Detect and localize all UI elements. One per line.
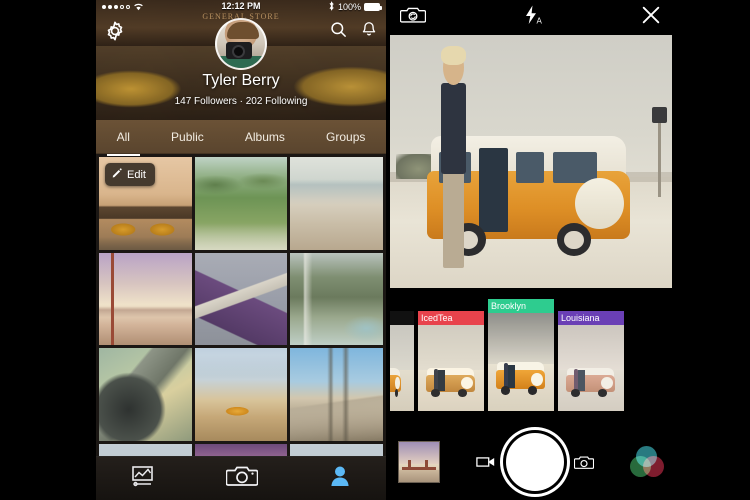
color-filters-icon[interactable] <box>630 446 664 478</box>
grid-photo-vw-bus-desert[interactable] <box>194 348 288 442</box>
grid-photo-railroad-tracks[interactable] <box>290 348 383 442</box>
bell-icon[interactable] <box>360 20 378 44</box>
grid-photo-green-coastal-hills[interactable] <box>194 157 288 250</box>
tab-all[interactable]: All <box>106 124 141 156</box>
camera-icon <box>225 464 259 493</box>
last-photo-thumbnail[interactable] <box>398 441 440 483</box>
photo-camera-icon[interactable] <box>574 455 594 470</box>
status-bar: 12:12 PM 100% <box>96 0 386 14</box>
close-icon[interactable] <box>640 4 662 31</box>
shutter-button[interactable] <box>506 433 564 491</box>
profile-tabs: All Public Albums Groups <box>96 120 386 156</box>
filter-label-brooklyn: Brooklyn <box>488 299 554 313</box>
photo-grid: Edit <box>96 154 386 500</box>
screenshot-stage: GENERAL STORE 12:12 PM 100% Tyler Berry … <box>0 0 750 500</box>
flash-auto-icon[interactable]: A <box>520 4 546 31</box>
avatar[interactable] <box>215 18 267 70</box>
right-letterbox <box>676 0 750 500</box>
camera-screen: A IcedTea Brooklyn Louisiana <box>386 0 676 500</box>
bluetooth-icon <box>328 1 335 13</box>
gear-icon[interactable] <box>104 20 126 47</box>
profile-stats: 147 Followers · 202 Following <box>174 96 308 107</box>
search-icon[interactable] <box>329 20 348 44</box>
filter-item-partial[interactable] <box>390 311 414 411</box>
pencil-icon <box>111 167 123 182</box>
cover-photo[interactable]: GENERAL STORE 12:12 PM 100% Tyler Berry … <box>96 0 386 120</box>
bottom-tab-bar <box>96 456 386 500</box>
left-letterbox <box>0 0 96 500</box>
flip-camera-icon[interactable] <box>399 5 427 30</box>
profile-icon <box>329 465 351 493</box>
battery-icon <box>364 3 382 11</box>
wifi-icon <box>133 2 144 13</box>
feed-icon <box>131 465 155 492</box>
camera-bottom-bar <box>386 424 676 500</box>
filter-item-louisiana[interactable]: Louisiana <box>558 311 624 411</box>
tab-camera[interactable] <box>225 464 259 493</box>
filter-label-louisiana: Louisiana <box>558 311 624 325</box>
video-camera-icon[interactable] <box>476 455 496 469</box>
grid-photo-bixby-bridge-coast[interactable] <box>290 252 383 346</box>
svg-text:A: A <box>537 17 543 26</box>
edit-button[interactable]: Edit <box>105 163 155 186</box>
tab-albums[interactable]: Albums <box>241 124 289 150</box>
battery-percent: 100% <box>337 2 361 12</box>
grid-photo-golden-gate-bridge[interactable] <box>99 252 192 346</box>
tab-groups[interactable]: Groups <box>322 124 369 150</box>
tab-profile[interactable] <box>329 465 351 493</box>
page-title: Tyler Berry <box>202 72 280 89</box>
signal-strength-icon <box>102 5 130 9</box>
cover-actions <box>329 20 378 44</box>
edit-button-label: Edit <box>127 168 146 181</box>
grid-photo-transamerica-pyramid[interactable] <box>194 252 288 346</box>
capture-controls <box>476 433 594 491</box>
tab-public[interactable]: Public <box>167 124 208 150</box>
grid-photo-vw-buses-storefront[interactable]: Edit <box>99 157 192 250</box>
profile-screen: GENERAL STORE 12:12 PM 100% Tyler Berry … <box>96 0 386 500</box>
grid-photo-beach-shoreline[interactable] <box>290 157 383 250</box>
viewfinder-preview[interactable] <box>390 35 672 288</box>
tab-feed[interactable] <box>131 465 155 492</box>
filter-item-brooklyn[interactable]: Brooklyn <box>488 299 554 411</box>
filter-item-icedtea[interactable]: IcedTea <box>418 311 484 411</box>
camera-top-bar: A <box>386 0 676 35</box>
filter-strip[interactable]: IcedTea Brooklyn Louisiana <box>386 293 676 411</box>
grid-photo-coin-telescope[interactable] <box>99 348 192 442</box>
filter-label-partial <box>390 311 414 325</box>
status-time: 12:12 PM <box>221 1 261 11</box>
filter-label-icedtea: IcedTea <box>418 311 484 325</box>
